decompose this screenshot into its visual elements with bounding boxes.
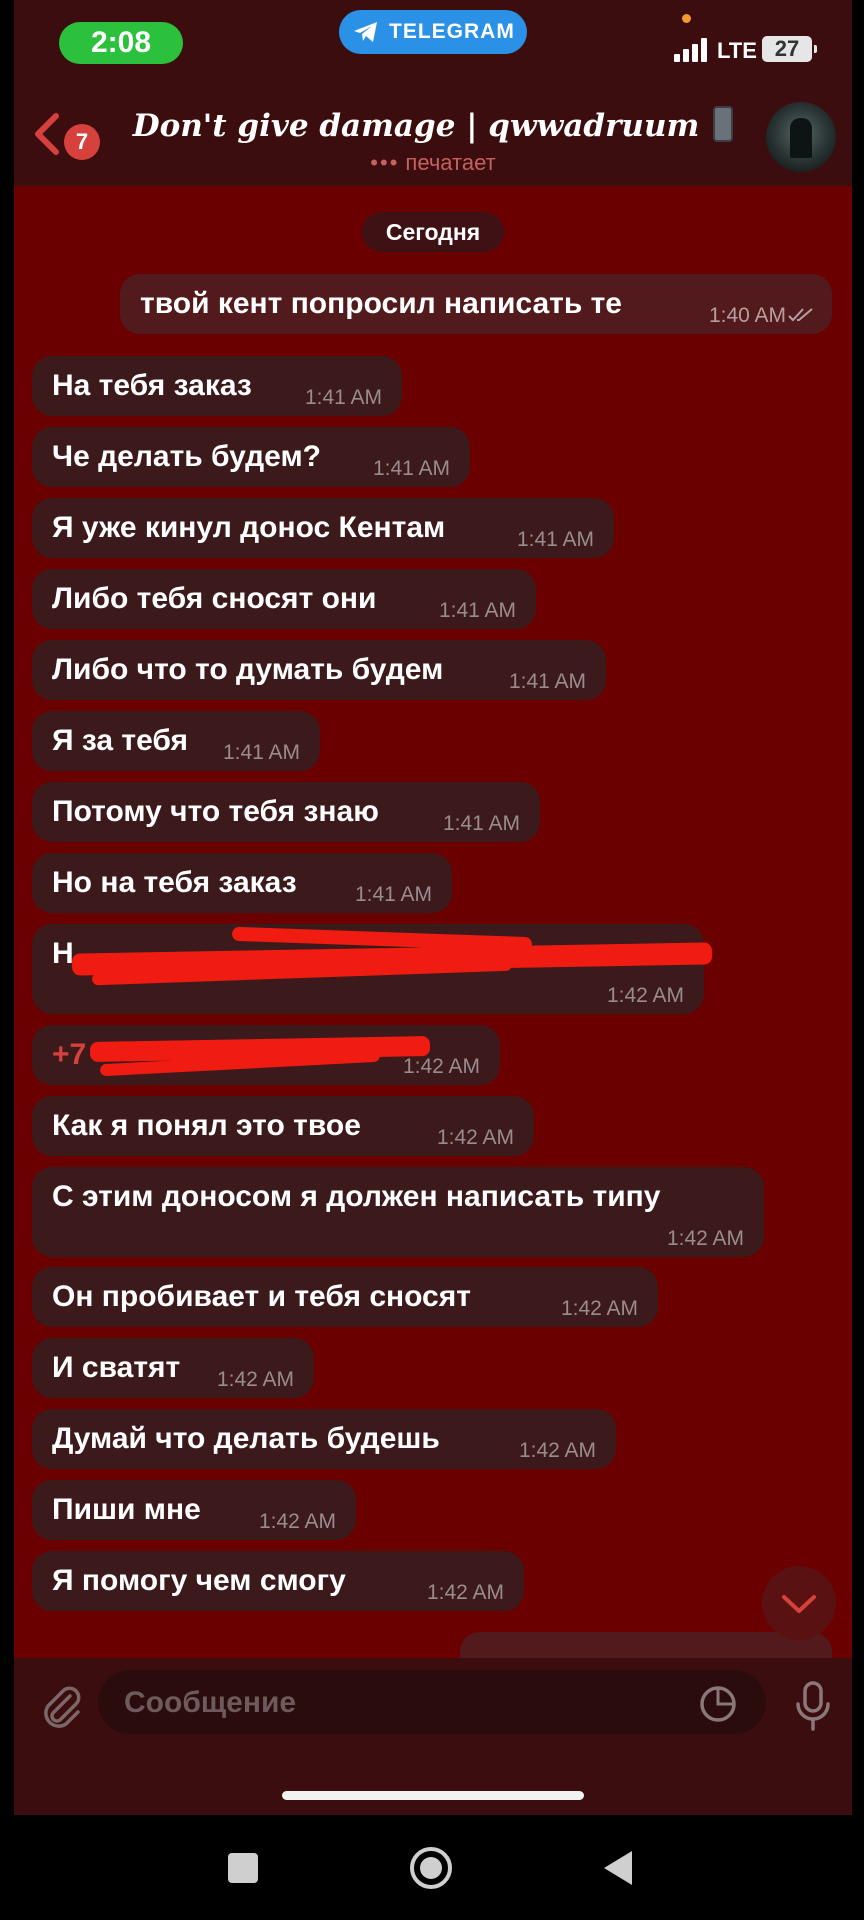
message-time: 1:42 AM	[426, 1581, 504, 1604]
message-time: 1:41 AM	[372, 457, 450, 480]
chat-title-text: Don't give damage | qwwadruum	[132, 108, 700, 144]
double-check-icon	[788, 308, 813, 322]
message-bubble[interactable]: Он пробивает и тебя сносят 1:42 AM	[32, 1267, 658, 1327]
home-button[interactable]	[408, 1845, 454, 1891]
microphone-icon[interactable]	[794, 1680, 832, 1732]
message-text: Он пробивает и тебя сносят	[52, 1280, 471, 1313]
message-text: Н	[52, 937, 74, 970]
chevron-down-icon	[782, 1595, 816, 1613]
status-bar: 2:08 TELEGRAM LTE 27	[14, 0, 852, 82]
message-bubble[interactable]: Либо тебя сносят они 1:41 AM	[32, 569, 536, 629]
message-time: 1:42 AM	[402, 1055, 480, 1078]
message-bubble[interactable]: И сватят 1:42 AM	[32, 1338, 314, 1398]
message-text: Потому что тебя знаю	[52, 795, 379, 828]
message-time: 1:41 AM	[508, 670, 586, 693]
phone-emoji-icon	[713, 106, 734, 142]
message-time: 1:41 AM	[442, 812, 520, 835]
message-text: Как я понял это твое	[52, 1109, 361, 1142]
privacy-indicator-dot	[682, 14, 691, 23]
typing-status-text: печатает	[405, 150, 496, 175]
telegram-plane-icon	[354, 22, 377, 42]
message-time: 1:42 AM	[436, 1126, 514, 1149]
signal-icon	[674, 38, 712, 62]
message-bubble-redacted[interactable]: +7 1:42 AM	[32, 1025, 500, 1085]
message-bubble[interactable]: Но на тебя заказ 1:41 AM	[32, 853, 452, 913]
date-separator: Сегодня	[362, 212, 504, 252]
message-bubble[interactable]: Потому что тебя знаю 1:41 AM	[32, 782, 540, 842]
message-time: 1:42 AM	[258, 1510, 336, 1533]
home-indicator-area	[14, 1758, 852, 1815]
chat-title[interactable]: Don't give damage | qwwadruum	[14, 106, 852, 144]
message-text: Я за тебя	[52, 724, 189, 757]
message-text: +7	[52, 1038, 87, 1071]
message-time: 1:41 AM	[354, 883, 432, 906]
message-bubble[interactable]: Я уже кинул донос Кентам 1:41 AM	[32, 498, 614, 558]
home-indicator[interactable]	[282, 1791, 584, 1800]
chat-header: 7 Don't give damage | qwwadruum ••• печат…	[14, 82, 852, 186]
message-input[interactable]	[122, 1670, 686, 1736]
clock: 2:08	[59, 22, 183, 64]
message-time: 1:41 AM	[438, 599, 516, 622]
avatar[interactable]	[766, 102, 836, 172]
message-bubble[interactable]: Либо что то думать будем 1:41 AM	[32, 640, 606, 700]
telegram-pill-label: TELEGRAM	[389, 20, 515, 43]
message-text: Я помогу чем смогу	[52, 1564, 346, 1597]
message-text: твой кент попросил написать те	[140, 287, 622, 320]
message-bubble[interactable]: На тебя заказ 1:41 AM	[32, 356, 402, 416]
message-text: Че делать будем?	[52, 440, 321, 473]
battery-icon: 27	[762, 36, 817, 62]
message-text: Я уже кинул донос Кентам	[52, 511, 446, 544]
message-bubble[interactable]: Я помогу чем смогу 1:42 AM	[32, 1551, 524, 1611]
message-text: С этим доносом я должен написать типу	[52, 1180, 661, 1213]
message-time: 1:41 AM	[304, 386, 382, 409]
message-text: Но на тебя заказ	[52, 866, 297, 899]
message-list[interactable]: Сегодня твой кент попросил написать те 1…	[14, 186, 852, 1658]
scroll-to-bottom-button[interactable]	[762, 1566, 836, 1640]
message-bubble[interactable]: Пиши мне 1:42 AM	[32, 1480, 356, 1540]
message-bubble[interactable]: Думай что делать будешь 1:42 AM	[32, 1409, 616, 1469]
sticker-icon[interactable]	[698, 1684, 738, 1724]
message-text: На тебя заказ	[52, 369, 252, 402]
message-text: Либо тебя сносят они	[52, 582, 377, 615]
message-time: 1:42 AM	[216, 1368, 294, 1391]
message-time: 1:41 AM	[516, 528, 594, 551]
network-type: LTE	[717, 38, 757, 63]
paperclip-icon[interactable]	[40, 1684, 84, 1730]
message-time: 1:42 AM	[560, 1297, 638, 1320]
typing-status: ••• печатает	[14, 150, 852, 176]
message-field[interactable]	[98, 1670, 766, 1736]
message-time: 1:42 AM	[666, 1227, 744, 1250]
message-time: 1:41 AM	[222, 741, 300, 764]
phone-screen: 2:08 TELEGRAM LTE 27 7 Don't give damage…	[14, 0, 852, 1815]
message-bubble[interactable]: Как я понял это твое 1:42 AM	[32, 1096, 534, 1156]
message-bubble[interactable]: С этим доносом я должен написать типу 1:…	[32, 1167, 764, 1257]
typing-dots-icon: •••	[370, 150, 400, 175]
composer-bar	[14, 1658, 852, 1758]
message-text: И сватят	[52, 1351, 181, 1384]
message-bubble-outgoing[interactable]: твой кент попросил написать те 1:40 AM	[120, 274, 832, 334]
android-nav-bar	[0, 1815, 864, 1920]
message-time: 1:42 AM	[606, 984, 684, 1007]
message-time: 1:42 AM	[518, 1439, 596, 1462]
telegram-pill[interactable]: TELEGRAM	[339, 10, 527, 54]
message-bubble[interactable]: Че делать будем? 1:41 AM	[32, 427, 470, 487]
message-text: Пиши мне	[52, 1493, 201, 1526]
back-button[interactable]	[602, 1849, 634, 1887]
recents-button[interactable]	[228, 1853, 258, 1883]
message-bubble-redacted[interactable]: Н 1:42 AM	[32, 924, 713, 1014]
message-text: Думай что делать будешь	[52, 1422, 440, 1455]
message-text: Либо что то думать будем	[52, 653, 444, 686]
message-time: 1:40 AM	[708, 304, 786, 327]
message-bubble[interactable]: Я за тебя 1:41 AM	[32, 711, 320, 771]
